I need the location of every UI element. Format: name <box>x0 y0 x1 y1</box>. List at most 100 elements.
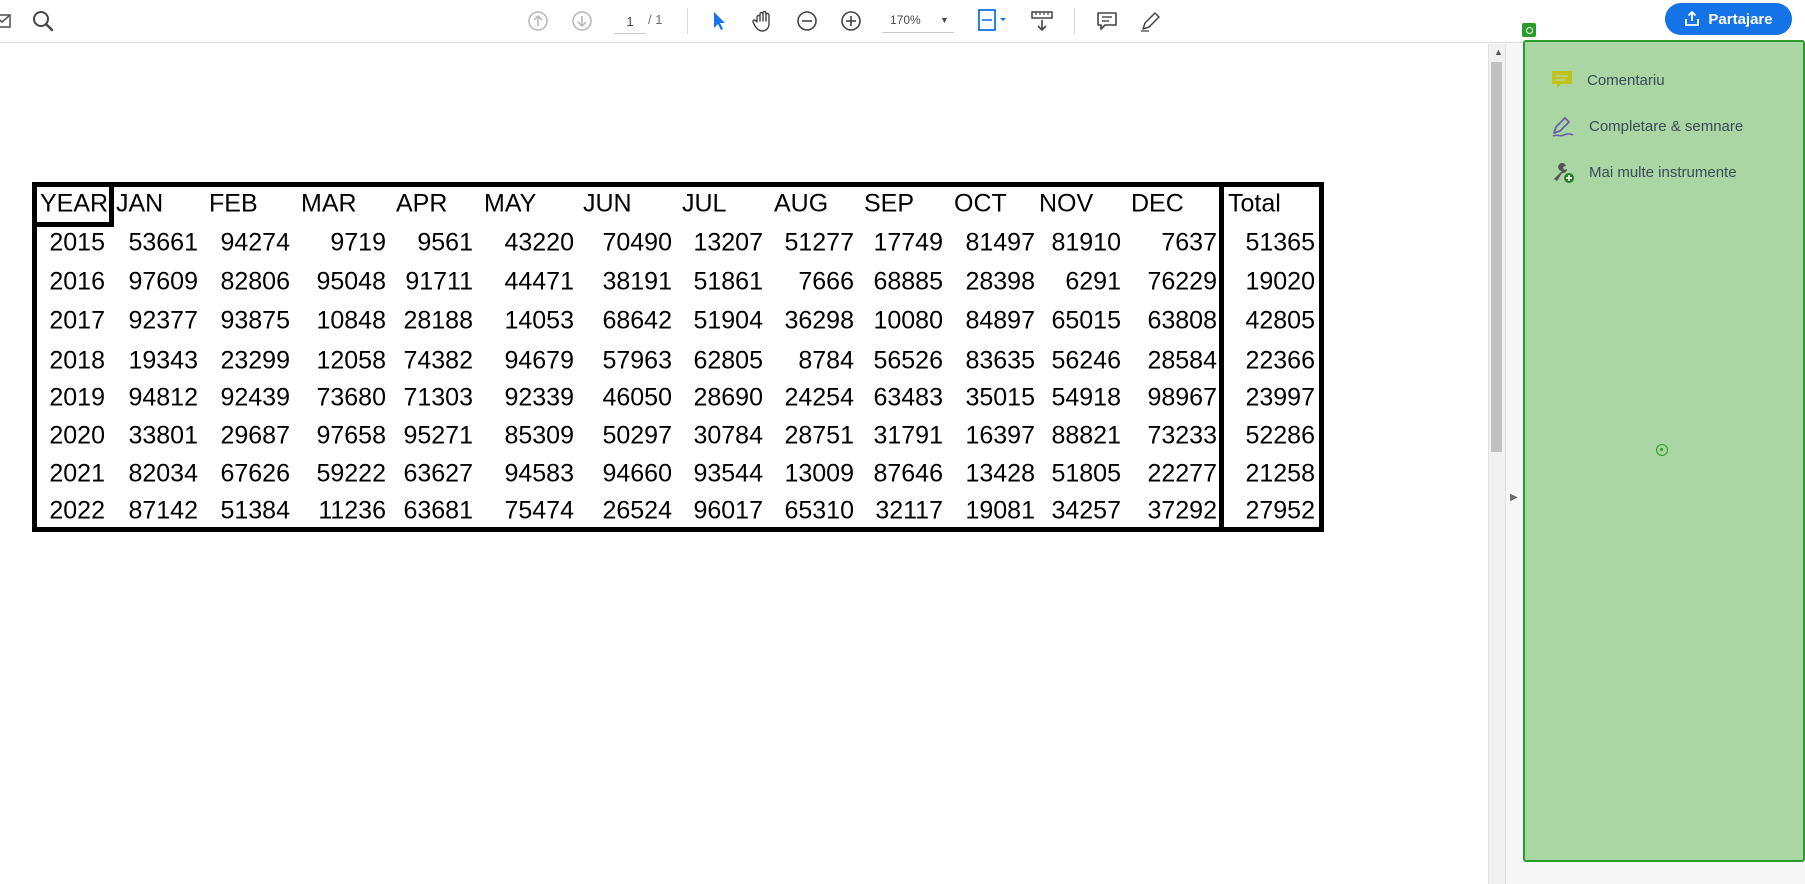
table-value-cell: 63627 <box>403 459 473 488</box>
page-total-label: / 1 <box>648 12 663 27</box>
table-value-cell: 22277 <box>1147 459 1217 488</box>
table-header-cell: MAY <box>484 189 537 218</box>
table-value-cell: 53661 <box>128 228 198 257</box>
table-value-cell: 56246 <box>1051 346 1121 375</box>
pane-gutter <box>1505 44 1523 884</box>
next-page-icon[interactable] <box>567 6 597 36</box>
scrollbar-thumb[interactable] <box>1491 62 1502 452</box>
search-icon[interactable] <box>28 6 58 36</box>
sign-icon <box>1552 117 1574 137</box>
tool-fill-sign[interactable]: Completare & semnare <box>1551 113 1743 139</box>
table-year-cell: 2020 <box>49 421 105 450</box>
tools-pane-footer <box>1523 862 1805 884</box>
share-icon <box>1685 11 1700 26</box>
highlight-pen-icon[interactable] <box>1136 6 1166 36</box>
select-cursor-icon[interactable] <box>704 6 734 36</box>
table-value-cell: 56526 <box>873 346 943 375</box>
table-value-cell: 24254 <box>784 383 854 412</box>
toolbar-divider <box>687 8 688 34</box>
table-year-cell: 2015 <box>49 228 105 257</box>
table-value-cell: 12058 <box>316 346 386 375</box>
table-value-cell: 63483 <box>873 383 943 412</box>
share-button[interactable]: Partajare <box>1665 3 1792 35</box>
table-header-cell: NOV <box>1039 189 1094 218</box>
table-header-cell: OCT <box>954 189 1007 218</box>
table-value-cell: 81497 <box>965 228 1035 257</box>
table-value-cell: 28398 <box>965 267 1035 296</box>
table-header-cell: JAN <box>116 189 164 218</box>
table-value-cell: 10080 <box>873 306 943 335</box>
hand-tool-icon[interactable] <box>748 6 778 36</box>
table-value-cell: 51384 <box>220 496 290 525</box>
page-fit-icon[interactable] <box>972 6 1012 36</box>
previous-page-icon[interactable] <box>523 6 553 36</box>
table-value-cell: 7666 <box>798 267 854 296</box>
scroll-up-arrow-icon[interactable]: ▲ <box>1494 47 1503 57</box>
table-value-cell: 28751 <box>784 421 854 450</box>
table-header-cell: Total <box>1228 189 1281 218</box>
table-value-cell: 74382 <box>403 346 473 375</box>
email-icon[interactable] <box>0 6 18 36</box>
zoom-level-value: 170% <box>890 13 921 27</box>
table-value-cell: 68642 <box>602 306 672 335</box>
table-value-cell: 82806 <box>220 267 290 296</box>
table-value-cell: 92339 <box>504 383 574 412</box>
table-value-cell: 37292 <box>1147 496 1217 525</box>
share-button-label: Partajare <box>1708 10 1773 28</box>
scroll-mode-icon[interactable] <box>1027 6 1057 36</box>
zoom-level-dropdown[interactable]: 170% ▼ <box>882 8 954 33</box>
table-value-cell: 94274 <box>220 228 290 257</box>
table-value-cell: 9719 <box>330 228 386 257</box>
table-value-cell: 32117 <box>875 496 943 525</box>
table-value-cell: 31791 <box>873 421 943 450</box>
table-total-cell: 19020 <box>1245 267 1315 296</box>
table-value-cell: 84897 <box>965 306 1035 335</box>
table-value-cell: 59222 <box>316 459 386 488</box>
table-value-cell: 51904 <box>693 306 763 335</box>
table-value-cell: 33801 <box>128 421 198 450</box>
table-value-cell: 8784 <box>798 346 854 375</box>
table-value-cell: 94660 <box>602 459 672 488</box>
table-value-cell: 83635 <box>965 346 1035 375</box>
zoom-out-icon[interactable] <box>792 6 822 36</box>
table-value-cell: 93875 <box>220 306 290 335</box>
table-value-cell: 11236 <box>318 496 386 525</box>
table-value-cell: 88821 <box>1051 421 1121 450</box>
table-value-cell: 13207 <box>693 228 763 257</box>
table-value-cell: 62805 <box>693 346 763 375</box>
table-value-cell: 70490 <box>602 228 672 257</box>
chevron-down-icon: ▼ <box>940 15 949 25</box>
table-value-cell: 82034 <box>128 459 198 488</box>
comment-icon <box>1552 71 1572 88</box>
table-total-cell: 21258 <box>1245 459 1315 488</box>
table-year-cell: 2018 <box>49 346 105 375</box>
target-marker-icon <box>1656 444 1668 456</box>
collapse-pane-arrow-icon[interactable]: ▶ <box>1510 492 1518 503</box>
table-value-cell: 6291 <box>1065 267 1121 296</box>
table-value-cell: 50297 <box>602 421 672 450</box>
tool-more-tools[interactable]: Mai multe instrumente <box>1551 159 1737 185</box>
table-value-cell: 75474 <box>504 496 574 525</box>
page-number-input[interactable] <box>614 9 646 34</box>
table-value-cell: 95048 <box>316 267 386 296</box>
table-value-cell: 7637 <box>1161 228 1217 257</box>
table-header-cell: SEP <box>864 189 915 218</box>
table-value-cell: 13009 <box>784 459 854 488</box>
table-value-cell: 91711 <box>405 267 473 296</box>
table-value-cell: 28188 <box>403 306 473 335</box>
pane-anchor-icon[interactable] <box>1522 23 1536 37</box>
table-value-cell: 23299 <box>220 346 290 375</box>
table-total-cell: 52286 <box>1245 421 1315 450</box>
zoom-in-icon[interactable] <box>836 6 866 36</box>
tool-comment[interactable]: Comentariu <box>1551 67 1665 93</box>
table-header-cell: APR <box>396 189 448 218</box>
table-value-cell: 26524 <box>602 496 672 525</box>
table-value-cell: 10848 <box>316 306 386 335</box>
tool-label: Mai multe instrumente <box>1589 163 1737 181</box>
table-header-cell: JUN <box>583 189 632 218</box>
table-header-cell: JUL <box>682 189 727 218</box>
table-value-cell: 46050 <box>602 383 672 412</box>
table-total-cell: 22366 <box>1245 346 1315 375</box>
comment-tool-icon[interactable] <box>1092 6 1122 36</box>
table-value-cell: 94583 <box>504 459 574 488</box>
